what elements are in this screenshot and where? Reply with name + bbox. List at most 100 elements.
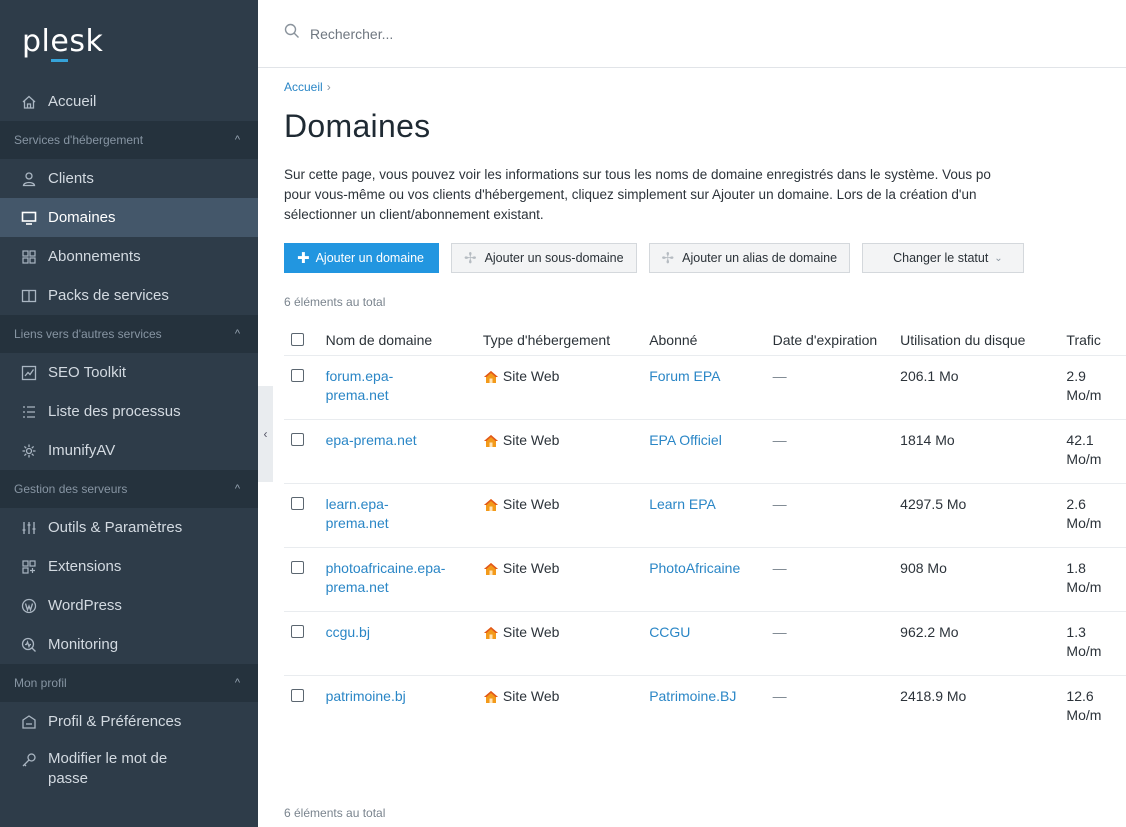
section-gestion[interactable]: Gestion des serveurs ^: [0, 470, 258, 508]
hosting-type-cell: Site Web: [482, 675, 650, 740]
table-header: Nom de domaine Type d'hébergement Abonné…: [284, 325, 1126, 356]
sidebar-item-label: Accueil: [48, 93, 97, 110]
sidebar-item-outils[interactable]: Outils & Paramètres: [0, 508, 258, 547]
add-subdomain-button[interactable]: ✢ Ajouter un sous-domaine: [450, 243, 637, 273]
traffic-cell: 1.8 Mo/m: [1066, 547, 1126, 612]
row-checkbox[interactable]: [291, 561, 304, 574]
disk-usage-cell: 4297.5 Mo: [900, 483, 1067, 548]
domain-link[interactable]: learn.epa- prema.net: [326, 495, 483, 533]
column-header-domain[interactable]: Nom de domaine: [326, 325, 483, 356]
subscriber-cell: EPA Officiel: [649, 419, 773, 484]
sidebar-item-packs[interactable]: Packs de services: [0, 276, 258, 315]
sidebar-item-label: Domaines: [48, 209, 116, 226]
change-status-dropdown[interactable]: Changer le statut ⌄: [862, 243, 1024, 273]
select-all-checkbox[interactable]: [291, 333, 304, 346]
section-label: Services d'hébergement: [14, 133, 144, 147]
page-title: Domaines: [284, 108, 431, 144]
disk-usage-cell: 962.2 Mo: [900, 611, 1067, 676]
search-input[interactable]: [308, 24, 912, 43]
sidebar-collapse-toggle[interactable]: ‹: [258, 386, 273, 482]
add-domain-button[interactable]: ✚ Ajouter un domaine: [284, 243, 439, 273]
grid-icon: [20, 248, 38, 266]
sidebar-item-profil[interactable]: Profil & Préférences: [0, 702, 258, 741]
row-select-cell: [284, 675, 326, 740]
hosting-type-label: Site Web: [502, 560, 560, 576]
hosting-type-label: Site Web: [502, 368, 560, 384]
disk-usage-value: 4297.5 Mo: [900, 496, 967, 512]
domain-cell: learn.epa- prema.net: [325, 483, 483, 548]
sidebar-item-extensions[interactable]: Extensions: [0, 547, 258, 586]
domain-cell: ccgu.bj: [325, 611, 483, 676]
row-checkbox[interactable]: [291, 433, 304, 446]
hosting-type-label: Site Web: [502, 688, 560, 704]
hosting-type-cell: Site Web: [482, 355, 650, 420]
disk-usage-value: 1814 Mo: [900, 432, 955, 448]
row-checkbox[interactable]: [291, 689, 304, 702]
sidebar-item-label: Abonnements: [48, 248, 141, 265]
subscriber-link[interactable]: Forum EPA: [649, 368, 720, 384]
column-header-traffic[interactable]: Trafic: [1066, 325, 1126, 356]
column-header-disk[interactable]: Utilisation du disque: [900, 325, 1066, 356]
subscriber-link[interactable]: EPA Officiel: [649, 432, 722, 448]
section-liens[interactable]: Liens vers d'autres services ^: [0, 315, 258, 353]
sidebar-item-domaines[interactable]: Domaines: [0, 198, 258, 237]
sidebar-item-imunify[interactable]: ImunifyAV: [0, 431, 258, 470]
table-row: photoafricaine.epa- prema.net Site Web P…: [284, 547, 1126, 612]
domain-link[interactable]: epa-prema.net: [326, 431, 483, 450]
subscriber-link[interactable]: Patrimoine.BJ: [649, 688, 736, 704]
sidebar-item-label: Packs de services: [48, 287, 169, 304]
hosting-type-label: Site Web: [502, 432, 560, 448]
row-checkbox[interactable]: [291, 369, 304, 382]
button-label: Ajouter un alias de domaine: [682, 251, 838, 265]
domain-cell: photoafricaine.epa- prema.net: [325, 547, 483, 612]
page-description: Sur cette page, vous pouvez voir les inf…: [284, 165, 1126, 225]
sidebar-item-seo[interactable]: SEO Toolkit: [0, 353, 258, 392]
sidebar-item-processus[interactable]: Liste des processus: [0, 392, 258, 431]
expiry-value: —: [772, 496, 787, 512]
sidebar-item-clients[interactable]: Clients: [0, 159, 258, 198]
row-checkbox[interactable]: [291, 625, 304, 638]
hosting-type-cell: Site Web: [482, 611, 650, 676]
sidebar-item-monitoring[interactable]: Monitoring: [0, 625, 258, 664]
subscriber-cell: Forum EPA: [649, 355, 773, 420]
disk-usage-cell: 1814 Mo: [900, 419, 1067, 484]
breadcrumb-accueil[interactable]: Accueil: [284, 80, 323, 94]
subscriber-link[interactable]: PhotoAfricaine: [649, 560, 740, 576]
traffic-cell: 2.6 Mo/m: [1066, 483, 1126, 548]
sidebar-item-mdp[interactable]: Modifier le mot de passe: [0, 741, 258, 807]
sidebar-item-wordpress[interactable]: WordPress: [0, 586, 258, 625]
section-hebergement[interactable]: Services d'hébergement ^: [0, 121, 258, 159]
sidebar-item-abonnements[interactable]: Abonnements: [0, 237, 258, 276]
website-icon: [483, 562, 498, 575]
column-header-expiry[interactable]: Date d'expiration: [773, 325, 901, 356]
column-header-subscriber[interactable]: Abonné: [649, 325, 772, 356]
traffic-unit: Mo/m: [1066, 579, 1102, 595]
domain-link[interactable]: ccgu.bj: [326, 623, 483, 642]
sidebar-item-accueil[interactable]: Accueil: [0, 82, 258, 121]
subscriber-link[interactable]: CCGU: [649, 624, 690, 640]
plesk-logo[interactable]: plesk: [0, 0, 258, 82]
subscriber-link[interactable]: Learn EPA: [649, 496, 716, 512]
table-row: ccgu.bj Site Web CCGU — 962.2 Mo 1.3 Mo/…: [284, 611, 1126, 676]
traffic-unit: Mo/m: [1066, 387, 1102, 403]
domain-link[interactable]: forum.epa- prema.net: [326, 367, 483, 405]
traffic-value: 42.1: [1066, 432, 1094, 448]
domain-name-line: learn.epa-: [325, 496, 389, 512]
chevron-left-icon: ‹: [263, 427, 268, 441]
sidebar-item-label: WordPress: [48, 597, 122, 614]
domain-link[interactable]: photoafricaine.epa- prema.net: [326, 559, 483, 597]
website-icon: [483, 498, 498, 511]
disk-usage-value: 2418.9 Mo: [900, 688, 967, 704]
profile-icon: [20, 713, 38, 731]
traffic-cell: 2.9 Mo/m: [1066, 355, 1126, 420]
row-select-cell: [284, 483, 326, 548]
section-profil[interactable]: Mon profil ^: [0, 664, 258, 702]
hosting-type-cell: Site Web: [482, 419, 650, 484]
domain-name-line: patrimoine.bj: [325, 688, 406, 704]
row-checkbox[interactable]: [291, 497, 304, 510]
disk-usage-cell: 2418.9 Mo: [900, 675, 1067, 740]
add-alias-button[interactable]: ✢ Ajouter un alias de domaine: [648, 243, 851, 273]
column-header-type[interactable]: Type d'hébergement: [483, 325, 649, 356]
domain-link[interactable]: patrimoine.bj: [326, 687, 483, 706]
row-select-cell: [284, 419, 326, 484]
